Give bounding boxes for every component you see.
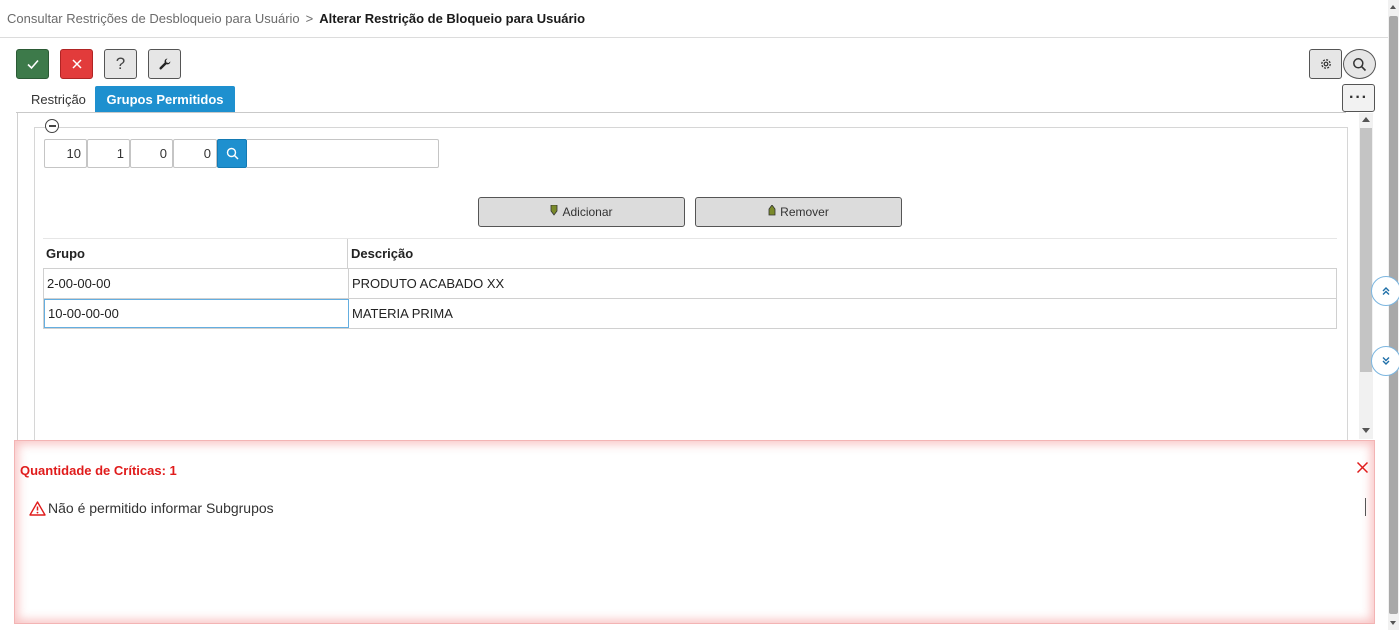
remove-button-label: Remover <box>780 205 829 219</box>
add-button-label: Adicionar <box>562 205 613 219</box>
text-caret <box>1365 498 1366 516</box>
warning-triangle-icon <box>29 500 46 516</box>
add-button[interactable]: Adicionar <box>478 197 685 227</box>
column-header-grupo[interactable]: Grupo <box>43 239 348 268</box>
group-code-input-3[interactable]: 0 <box>130 139 173 168</box>
table-row[interactable]: 10-00-00-00 MATERIA PRIMA <box>43 299 1337 329</box>
table-row[interactable]: 2-00-00-00 PRODUTO ACABADO XX <box>43 269 1337 299</box>
close-icon[interactable] <box>1356 461 1369 474</box>
check-icon <box>26 59 39 70</box>
wrench-icon <box>158 58 170 70</box>
cell-grupo: 10-00-00-00 <box>44 299 349 328</box>
group-code-input-4[interactable]: 0 <box>173 139 217 168</box>
scroll-to-top-button[interactable] <box>1371 276 1399 306</box>
tab-grupos-permitidos[interactable]: Grupos Permitidos <box>95 86 235 112</box>
settings-button[interactable] <box>1309 49 1342 79</box>
groups-table: Grupo Descrição 2-00-00-00 PRODUTO ACABA… <box>43 238 1337 329</box>
cell-descricao: MATERIA PRIMA <box>352 306 453 321</box>
page-scroll-up-icon[interactable] <box>1390 5 1396 9</box>
breadcrumb-current: Alterar Restrição de Bloqueio para Usuár… <box>319 11 586 26</box>
errors-count-title: Quantidade de Críticas: 1 <box>20 463 177 478</box>
minus-circle-icon[interactable] <box>45 119 59 133</box>
close-icon <box>71 59 82 69</box>
error-message-text: Não é permitido informar Subgrupos <box>48 500 274 516</box>
search-icon <box>226 147 239 160</box>
search-icon <box>1353 57 1367 71</box>
cell-descricao: PRODUTO ACABADO XX <box>352 276 505 291</box>
group-search-button[interactable] <box>217 139 247 168</box>
page-scroll-down-icon[interactable] <box>1390 621 1396 625</box>
breadcrumb: Consultar Restrições de Desbloqueio para… <box>0 0 1388 38</box>
gear-icon <box>1320 59 1331 69</box>
confirm-button[interactable] <box>16 49 49 79</box>
group-code-input-1[interactable]: 10 <box>44 139 87 168</box>
breadcrumb-separator: > <box>305 11 314 26</box>
group-description-field[interactable] <box>247 139 439 168</box>
page-scrollbar-thumb[interactable] <box>1389 16 1398 614</box>
group-code-input-2[interactable]: 1 <box>87 139 130 168</box>
remove-button[interactable]: Remover <box>695 197 902 227</box>
tab-restricao[interactable]: Restrição <box>31 86 86 112</box>
content-scrollbar-thumb[interactable] <box>1360 128 1372 372</box>
more-options-button[interactable]: ··· <box>1342 84 1375 112</box>
cell-grupo: 2-00-00-00 <box>44 269 349 298</box>
table-header: Grupo Descrição <box>43 238 1337 269</box>
more-icon: ··· <box>1349 89 1368 106</box>
tools-button[interactable] <box>148 49 181 79</box>
help-button[interactable]: ? <box>104 49 137 79</box>
double-chevron-down-icon <box>1382 357 1390 365</box>
add-pencil-icon <box>551 204 558 216</box>
errors-panel <box>14 440 1375 624</box>
search-button[interactable] <box>1343 49 1376 79</box>
column-header-descricao[interactable]: Descrição <box>348 239 1337 268</box>
scroll-to-bottom-button[interactable] <box>1371 346 1399 376</box>
breadcrumb-previous-link[interactable]: Consultar Restrições de Desbloqueio para… <box>7 11 300 26</box>
remove-eraser-icon <box>768 204 776 215</box>
error-message-item: Não é permitido informar Subgrupos <box>29 500 274 516</box>
scroll-up-arrow-icon[interactable] <box>1362 117 1370 122</box>
scroll-down-arrow-icon[interactable] <box>1362 428 1370 433</box>
cancel-button[interactable] <box>60 49 93 79</box>
question-icon: ? <box>115 54 126 73</box>
double-chevron-up-icon <box>1382 287 1390 295</box>
